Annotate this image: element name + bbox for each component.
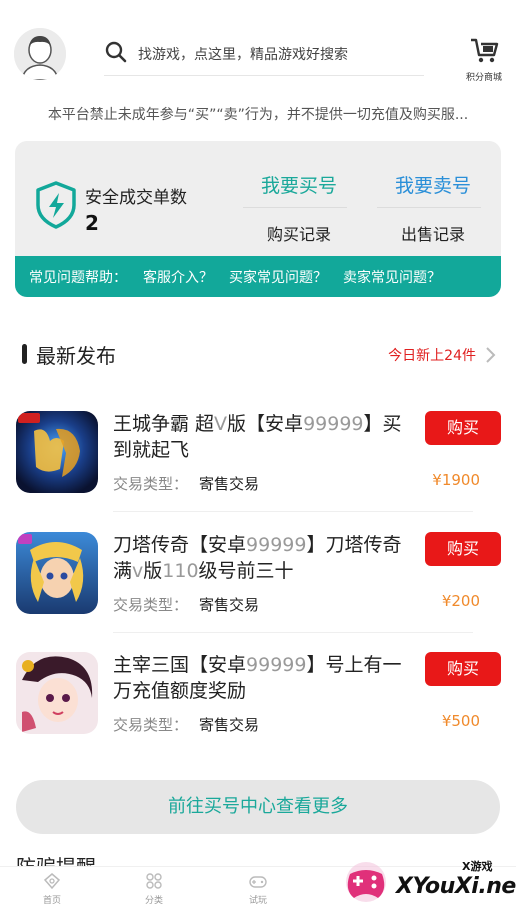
buy-account-button[interactable]: 我要买号 [251,171,347,198]
trade-type-label: 交易类型： [113,596,189,614]
trade-type-value: 寄售交易 [199,475,260,493]
faq-title: 常见问题帮助： [29,269,127,286]
game-dota-icon [16,532,98,614]
listing-item[interactable]: 主宰三国【安卓99999】号上有一万充值额度奖励 交易类型： 寄售交易 购买 ¥… [0,652,516,762]
divider [243,207,347,208]
chevron-right-icon[interactable] [484,346,496,364]
buy-button[interactable]: 购买 [425,652,501,686]
faq-link-seller[interactable]: 卖家常见问题？ [343,267,441,287]
home-icon [43,873,61,890]
divider [377,207,481,208]
latest-section-header: 最新发布 今日新上24件 [0,336,516,376]
buy-button[interactable]: 购买 [425,411,501,445]
tab-trial-play[interactable]: 试玩 [228,871,288,906]
divider [113,511,473,512]
search-icon [105,41,127,63]
avatar[interactable] [14,28,66,80]
listing-title: 王城争霸 超V版【安卓99999】买到就起飞 [113,413,402,461]
tab-home[interactable]: 首页 [22,871,82,906]
minor-notice: 本平台禁止未成年参与“买”“卖”行为，并不提供一切充值及购买服... [47,107,469,123]
section-title: 最新发布 [36,344,116,368]
watermark-main: XYouXi.net [396,874,516,899]
tab-category[interactable]: 分类 [124,871,184,906]
price: ¥500 [441,712,480,730]
faq-link-buyer[interactable]: 买家常见问题？ [229,267,327,287]
trade-type-label: 交易类型： [113,716,189,734]
listing-item[interactable]: 王城争霸 超V版【安卓99999】买到就起飞 交易类型： 寄售交易 购买 ¥19… [0,411,516,521]
points-shop-label: 积分商城 [466,73,503,83]
game-legend-icon [16,411,98,493]
game-three-kingdoms-icon [16,652,98,734]
section-marker [22,344,27,364]
tab-label: 首页 [42,896,61,906]
gamepad-logo-icon [346,862,386,902]
shield-icon [36,181,76,229]
faq-link-support[interactable]: 客服介入？ [143,267,213,287]
tab-label: 分类 [144,896,163,906]
view-more-button[interactable]: 前往买号中心查看更多 [16,780,500,834]
trade-panel: 安全成交单数 2 我要买号 我要卖号 购买记录 出售记录 常见问题帮助： 客服介… [15,141,501,297]
faq-bar: 常见问题帮助： 客服介入？ 买家常见问题？ 卖家常见问题？ [15,256,501,297]
divider [113,632,473,633]
points-shop-button[interactable]: 积分商城 [466,36,503,83]
sell-account-button[interactable]: 我要卖号 [385,171,481,198]
trade-type-label: 交易类型： [113,475,189,493]
safe-deals-label: 安全成交单数 [85,188,187,208]
trade-type-value: 寄售交易 [199,716,260,734]
site-watermark: X游戏 XYouXi.net [344,856,516,912]
sale-records-link[interactable]: 出售记录 [385,221,481,245]
purchase-records-link[interactable]: 购买记录 [251,221,347,245]
category-icon [146,873,162,889]
today-new-count-link[interactable]: 今日新上24件 [388,345,476,365]
gamepad-icon [249,876,267,888]
game-thumbnail [16,411,98,493]
user-avatar-icon [14,28,66,80]
header: 找游戏，点这里，精品游戏好搜索 积分商城 [0,0,516,100]
listing-title: 刀塔传奇【安卓99999】刀塔传奇满v版110级号前三十 [113,534,402,582]
watermark-sub: X游戏 [462,860,493,873]
search-bar[interactable]: 找游戏，点这里，精品游戏好搜索 [104,36,424,76]
price: ¥200 [441,592,480,610]
tab-label: 试玩 [248,896,267,906]
buy-button[interactable]: 购买 [425,532,501,566]
cart-icon [471,38,499,63]
fraud-warning-title: 防骗提醒 [16,852,96,866]
price: ¥1900 [432,471,480,489]
listing-title: 主宰三国【安卓99999】号上有一万充值额度奖励 [113,654,402,702]
game-thumbnail [16,532,98,614]
trade-type-value: 寄售交易 [199,596,260,614]
safe-deals-count: 2 [85,211,99,235]
listing-item[interactable]: 刀塔传奇【安卓99999】刀塔传奇满v版110级号前三十 交易类型： 寄售交易 … [0,532,516,642]
game-thumbnail [16,652,98,734]
search-placeholder: 找游戏，点这里，精品游戏好搜索 [138,47,348,63]
